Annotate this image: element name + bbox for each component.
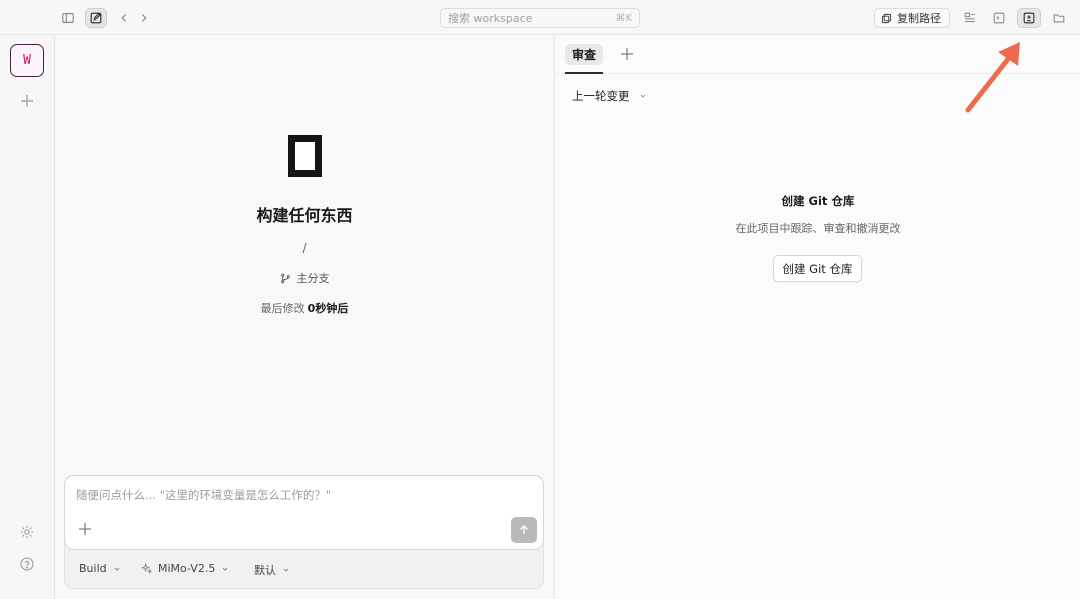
create-git-repo-button[interactable]: 创建 Git 仓库 — [773, 255, 862, 282]
workspace-avatar[interactable]: W — [10, 44, 44, 77]
chevron-down-icon — [114, 567, 119, 571]
active-tab-indicator — [565, 72, 603, 74]
changes-scope-select[interactable]: 上一轮变更 — [572, 88, 647, 104]
back-icon[interactable] — [113, 8, 135, 28]
top-bar: 搜索 workspace ⌘K 复制路径 — [0, 0, 1080, 35]
mode-select[interactable]: Build — [79, 562, 121, 575]
branch-label: 主分支 — [296, 272, 330, 285]
attach-icon[interactable] — [77, 521, 93, 537]
folder-icon[interactable] — [1048, 8, 1070, 28]
prompt-input[interactable]: 随便问点什么... "这里的环境变量是怎么工作的？" — [64, 475, 544, 550]
prompt-placeholder: 随便问点什么... "这里的环境变量是怎么工作的？" — [76, 488, 332, 502]
annotation-arrow-icon — [965, 42, 1020, 113]
chevron-down-icon — [222, 567, 228, 571]
composer-container: 随便问点什么... "这里的环境变量是怎么工作的？" Build MiMo-V2… — [64, 475, 544, 589]
review-panel-toggle-icon[interactable] — [1017, 8, 1041, 28]
git-empty-title: 创建 Git 仓库 — [781, 194, 855, 208]
review-pane: 审查 上一轮变更 创建 Git 仓库 在此项目中跟踪、审查和撤消更改 创建 Gi… — [554, 35, 1080, 599]
page-title: 构建任何东西 — [256, 206, 353, 225]
chat-pane: 构建任何东西 / 主分支 最后修改 0秒钟后 随便问点什么... "这里的环境变… — [55, 35, 554, 599]
forward-icon[interactable] — [133, 8, 155, 28]
settings-icon[interactable] — [16, 521, 38, 543]
variant-select[interactable]: 默认 — [254, 562, 290, 578]
layout-icon[interactable] — [959, 8, 981, 28]
search-shortcut: ⌘K — [615, 12, 632, 24]
search-placeholder: 搜索 workspace — [448, 12, 533, 25]
git-empty-description: 在此项目中跟踪、审查和撤消更改 — [735, 222, 901, 235]
help-icon[interactable] — [16, 553, 38, 575]
changes-scope-label: 上一轮变更 — [572, 89, 630, 103]
last-modified: 最后修改 0秒钟后 — [55, 300, 554, 316]
project-path: / — [302, 241, 307, 255]
add-tab-icon[interactable] — [619, 46, 635, 62]
branch-info: 主分支 — [55, 270, 554, 286]
sparkle-icon — [141, 563, 152, 574]
arrow-up-icon — [520, 525, 528, 534]
search-input[interactable]: 搜索 workspace ⌘K — [440, 8, 640, 28]
copy-icon — [881, 13, 892, 23]
sidebar-toggle-icon[interactable] — [57, 8, 79, 28]
variant-label: 默认 — [254, 564, 276, 577]
chevron-down-icon — [640, 94, 645, 98]
branch-icon — [280, 273, 290, 283]
send-button[interactable] — [511, 517, 537, 543]
model-label: MiMo-V2.5 — [158, 562, 216, 575]
model-select[interactable]: MiMo-V2.5 — [141, 562, 229, 575]
modified-prefix: 最后修改 — [260, 302, 305, 315]
copy-path-label: 复制路径 — [897, 12, 941, 25]
copy-path-button[interactable]: 复制路径 — [874, 8, 950, 28]
add-workspace-icon[interactable] — [16, 90, 38, 112]
chevron-down-icon — [283, 568, 289, 572]
app-logo — [288, 135, 322, 177]
terminal-icon[interactable] — [988, 8, 1010, 28]
workspace-initial: W — [23, 53, 31, 68]
mode-label: Build — [79, 562, 107, 575]
tab-review[interactable]: 审查 — [565, 44, 603, 65]
modified-value: 0秒钟后 — [307, 302, 349, 315]
new-session-icon[interactable] — [85, 8, 107, 28]
left-rail: W — [0, 35, 55, 599]
